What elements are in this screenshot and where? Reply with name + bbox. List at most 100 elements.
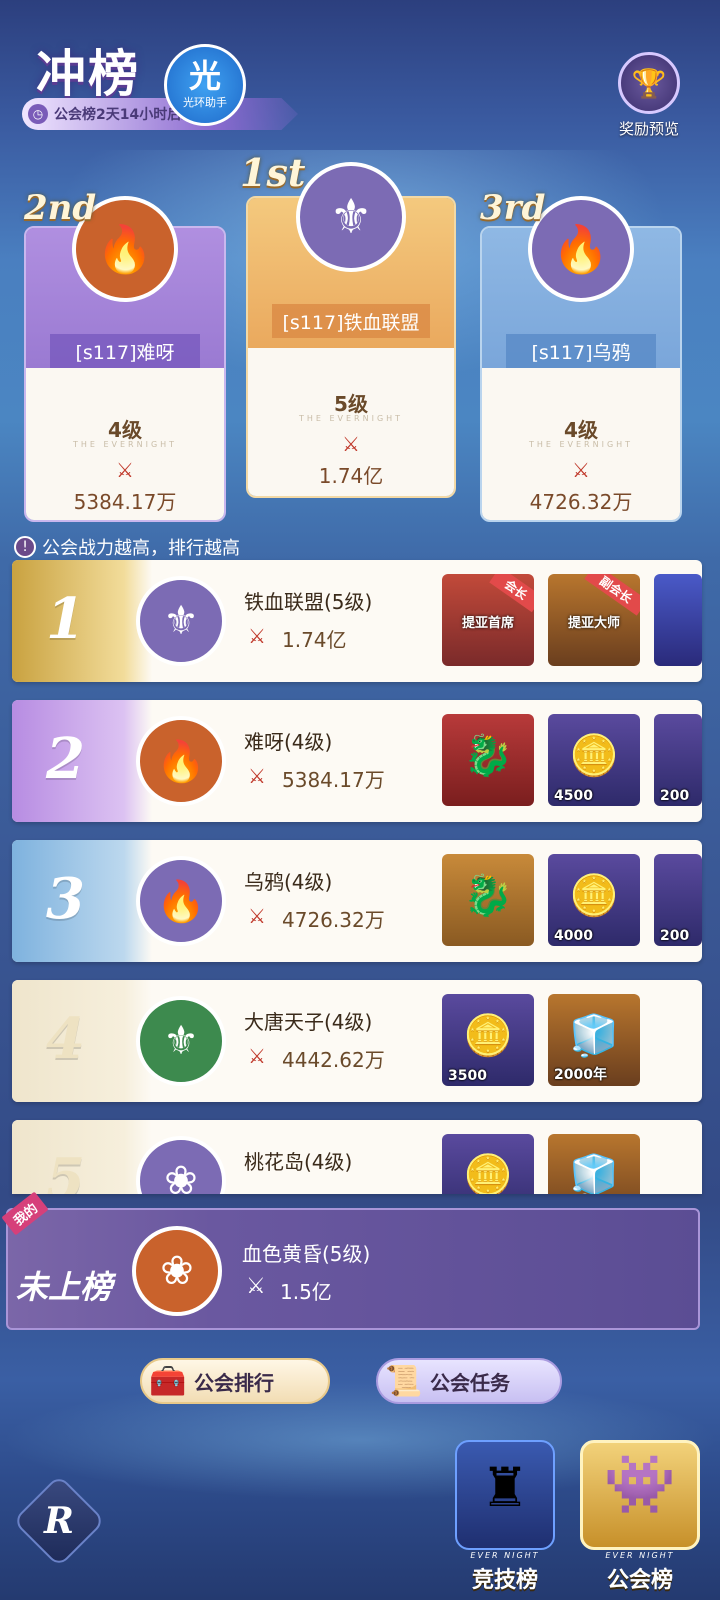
item-quantity: 4500 xyxy=(554,788,593,804)
tab-ev-text: EVER NIGHT xyxy=(605,1551,675,1560)
podium-subtitle: THE EVERNIGHT xyxy=(72,440,178,449)
guild-emblem: ⚜ xyxy=(136,996,226,1086)
table-row[interactable]: 4 ⚜ 大唐天子(4级) ⚔ 4442.62万 🪙 3500 🧊 2000年 xyxy=(12,980,702,1102)
coin-item[interactable]: 🪙 4000 xyxy=(548,854,640,946)
cube-icon: 🧊 xyxy=(569,1153,619,1194)
coin-icon: 🪙 xyxy=(463,1153,513,1194)
podium-power: 5384.17万 xyxy=(73,490,177,514)
clock-icon: ◷ xyxy=(28,104,48,124)
power-icon: ⚔ xyxy=(246,1274,266,1299)
guild-name: 难呀(4级) xyxy=(244,730,333,754)
podium-rank-second: 2nd xyxy=(24,188,97,228)
power-icon: ⚔ xyxy=(572,458,590,482)
tab-arena-ranking[interactable]: ♜ EVER NIGHT 竞技榜 xyxy=(440,1440,570,1600)
item-quantity: 200 xyxy=(660,928,690,944)
guild-rank-button[interactable]: 🧰 公会排行 xyxy=(140,1358,330,1404)
rank-number: 2 xyxy=(46,726,85,792)
podium-power: 1.74亿 xyxy=(318,464,384,488)
rank-number: 1 xyxy=(46,586,85,652)
cube-item[interactable]: 200 xyxy=(654,714,702,806)
podium-level: 4级 xyxy=(564,418,598,442)
guild-power: 4442.62万 xyxy=(282,1048,385,1072)
guild-power: 1.74亿 xyxy=(282,628,347,652)
guild-emblem: ❀ xyxy=(132,1226,222,1316)
banner-item[interactable]: 🐉 xyxy=(442,854,534,946)
banner-icon: 🐉 xyxy=(463,873,513,919)
podium-name: [s117]难呀 xyxy=(50,334,200,368)
item-quantity: 4000 xyxy=(554,928,593,944)
guild-power: 5384.17万 xyxy=(282,768,385,792)
podium-name: [s117]乌鸦 xyxy=(506,334,656,368)
item-quantity: 3500 xyxy=(448,1068,487,1084)
podium-power: 4726.32万 xyxy=(529,490,633,514)
chest-icon: 🧰 xyxy=(149,1363,187,1399)
tip-text: 公会战力越高，排行越高 xyxy=(42,538,240,559)
coin-icon: 🪙 xyxy=(569,873,619,919)
podium-emblem-first: ⚜ xyxy=(296,162,406,272)
coin-item[interactable]: 🪙 4500 xyxy=(548,714,640,806)
tab-ev-text: EVER NIGHT xyxy=(470,1551,540,1560)
warning-icon: ! xyxy=(14,536,36,558)
power-icon: ⚔ xyxy=(342,432,360,456)
reward-item[interactable] xyxy=(654,574,702,666)
cube-item[interactable]: 200 xyxy=(654,854,702,946)
guild-task-button[interactable]: 📜 公会任务 xyxy=(376,1358,562,1404)
table-row[interactable]: 3 🔥 乌鸦(4级) ⚔ 4726.32万 🐉 🪙 4000 200 xyxy=(12,840,702,962)
banner-item[interactable]: 🐉 xyxy=(442,714,534,806)
table-row[interactable]: 5 ❀ 桃花岛(4级) 🪙 🧊 xyxy=(12,1120,702,1194)
item-label: 提亚大师 xyxy=(567,616,620,631)
table-row[interactable]: 2 🔥 难呀(4级) ⚔ 5384.17万 🐉 🪙 4500 200 xyxy=(12,700,702,822)
power-icon: ⚔ xyxy=(248,1044,266,1068)
reward-item[interactable]: 提亚大师 副会长 xyxy=(548,574,640,666)
guild-name: 桃花岛(4级) xyxy=(244,1150,353,1174)
guild-task-label: 公会任务 xyxy=(430,1370,510,1395)
podium-rank-first: 1st xyxy=(240,150,306,195)
cube-item[interactable]: 🧊 2000年 xyxy=(548,994,640,1086)
guild-emblem: 🔥 xyxy=(136,856,226,946)
reward-preview-button[interactable]: 🏆 奖励预览 xyxy=(614,52,684,139)
guild-name: 铁血联盟(5级) xyxy=(244,590,373,614)
podium-subtitle: THE EVERNIGHT xyxy=(298,414,404,423)
watermark-text: 光环助手 xyxy=(183,96,227,109)
settlement-timer: ◷ 公会榜2天14小时后结算 xyxy=(22,98,298,130)
table-row[interactable]: 1 ⚜ 铁血联盟(5级) ⚔ 1.74亿 提亚首席 会长 提亚大师 副会长 xyxy=(12,560,702,682)
item-quantity: 200 xyxy=(660,788,690,804)
podium-subtitle: THE EVERNIGHT xyxy=(528,440,634,449)
guild-rank-label: 公会排行 xyxy=(194,1370,274,1395)
guild-emblem: 🔥 xyxy=(136,716,226,806)
item-ribbon: 副会长 xyxy=(584,574,640,616)
tab-guild-ranking[interactable]: 👾 EVER NIGHT 公会榜 xyxy=(570,1440,710,1600)
coin-icon: 🪙 xyxy=(569,733,619,779)
guild-name: 大唐天子(4级) xyxy=(244,1010,373,1034)
power-icon: ⚔ xyxy=(116,458,134,482)
guild-power: 4726.32万 xyxy=(282,908,385,932)
banner-icon: 🐉 xyxy=(463,733,513,779)
coin-icon: 🪙 xyxy=(463,1013,513,1059)
guild-name: 乌鸦(4级) xyxy=(244,870,333,894)
ranking-tip: ! 公会战力越高，排行越高 xyxy=(14,534,240,560)
guild-name: 血色黄昏(5级) xyxy=(242,1242,371,1266)
rank-number: 3 xyxy=(46,866,85,932)
podium-level: 4级 xyxy=(108,418,142,442)
podium-rank-third: 3rd xyxy=(480,188,546,228)
guild-emblem: ⚜ xyxy=(136,576,226,666)
power-icon: ⚔ xyxy=(248,764,266,788)
reward-item[interactable]: 提亚首席 会长 xyxy=(442,574,534,666)
logo-icon: R xyxy=(44,1500,74,1542)
rank-number: 5 xyxy=(46,1146,85,1194)
power-icon: ⚔ xyxy=(248,904,266,928)
trophy-glyph: ♜ xyxy=(480,1456,530,1519)
reward-preview-label: 奖励预览 xyxy=(618,120,679,138)
podium-level: 5级 xyxy=(334,392,368,416)
watermark-badge: 光 光环助手 xyxy=(164,44,246,126)
scroll-icon: 📜 xyxy=(385,1363,423,1399)
cube-item[interactable]: 🧊 xyxy=(548,1134,640,1194)
tab-arena-label: 竞技榜 xyxy=(471,1568,538,1593)
coin-item[interactable]: 🪙 3500 xyxy=(442,994,534,1086)
tab-guild-label: 公会榜 xyxy=(606,1568,673,1593)
character-glyph: 👾 xyxy=(603,1450,677,1518)
podium-name: [s117]铁血联盟 xyxy=(272,304,430,338)
coin-item[interactable]: 🪙 xyxy=(442,1134,534,1194)
my-guild-row[interactable]: 我的 未上榜 ❀ 血色黄昏(5级) ⚔ 1.5亿 xyxy=(1,1191,700,1330)
guild-power: 1.5亿 xyxy=(280,1280,332,1304)
